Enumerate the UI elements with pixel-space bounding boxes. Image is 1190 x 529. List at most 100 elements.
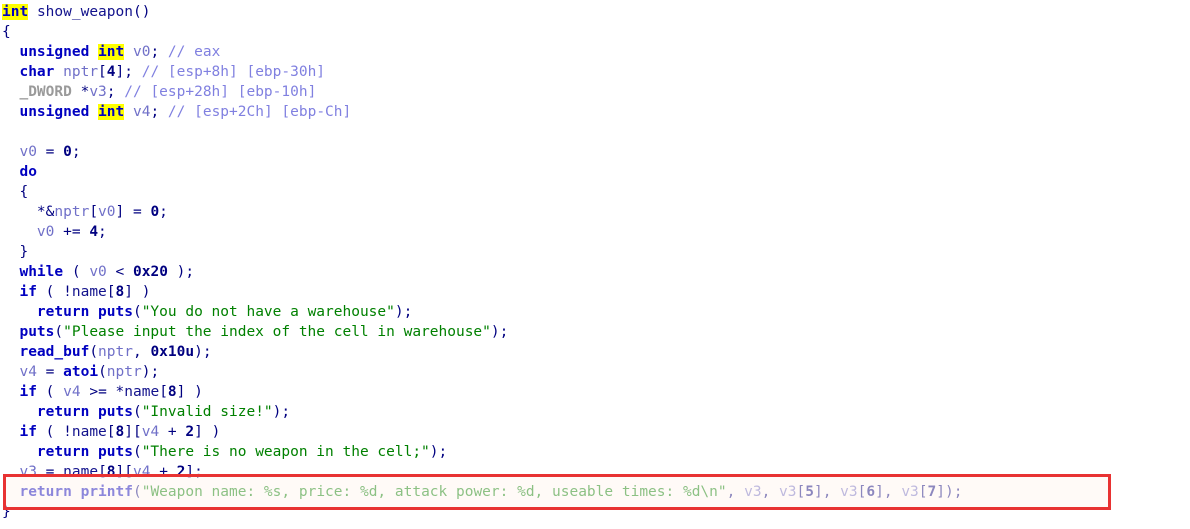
code-token: v0 — [19, 144, 37, 160]
code-token: _DWORD — [19, 84, 72, 100]
code-token: do — [19, 164, 37, 180]
code-token: [ — [106, 284, 116, 300]
code-token: 8 — [167, 384, 177, 400]
code-line[interactable]: } — [2, 242, 28, 262]
code-line[interactable]: v4 = atoi(nptr); — [2, 362, 159, 382]
code-token: [ — [918, 484, 928, 500]
code-token: return — [36, 444, 90, 460]
code-token: ( ! — [36, 284, 72, 300]
code-token: nptr — [63, 64, 99, 80]
code-line[interactable]: while ( v0 < 0x20 ); — [2, 262, 194, 282]
code-token: v3 — [840, 484, 858, 500]
code-line[interactable]: do — [2, 162, 37, 182]
code-token: ; — [124, 64, 133, 80]
code-line[interactable]: puts("Please input the index of the cell… — [2, 322, 508, 342]
code-token: [ — [159, 384, 168, 400]
code-token: ( — [98, 364, 107, 380]
code-token: atoi — [63, 364, 99, 380]
code-token: { — [2, 24, 11, 40]
code-token: read_buf — [19, 344, 90, 360]
code-line[interactable]: return printf("Weapon name: %s, price: %… — [2, 482, 962, 502]
code-token: name — [71, 284, 107, 300]
code-token: < — [106, 264, 133, 280]
code-line[interactable]: if ( !name[8] ) — [2, 282, 150, 302]
code-token: 0 — [63, 144, 72, 160]
code-token: 0x10u — [150, 344, 195, 360]
code-line[interactable]: read_buf(nptr, 0x10u); — [2, 342, 212, 362]
code-token: while — [19, 264, 64, 280]
code-token: ; — [106, 84, 116, 100]
code-token: ] ) — [124, 284, 151, 300]
code-line[interactable]: _DWORD *v3; // [esp+28h] [ebp-10h] — [2, 82, 316, 102]
code-token: char — [19, 64, 55, 80]
code-token: ( — [36, 384, 64, 400]
code-line[interactable]: { — [2, 182, 28, 202]
code-token: nptr — [54, 204, 90, 220]
code-line[interactable]: return puts("Invalid size!"); — [2, 402, 290, 422]
code-token: ] ) — [194, 424, 221, 440]
code-token: ] — [115, 64, 125, 80]
code-line[interactable]: if ( !name[8][v4 + 2] ) — [2, 422, 220, 442]
code-token: v3 — [901, 484, 919, 500]
code-token: [ — [98, 64, 107, 80]
code-token: show_weapon — [36, 4, 133, 20]
code-token: v3 — [19, 464, 37, 480]
code-token: * — [71, 84, 90, 100]
code-token: ] ) — [176, 384, 203, 400]
code-token: 4 — [89, 224, 99, 240]
code-line[interactable]: if ( v4 >= *name[8] ) — [2, 382, 203, 402]
code-line[interactable]: v0 = 0; — [2, 142, 81, 162]
code-line[interactable]: unsigned int v4; // [esp+2Ch] [ebp-Ch] — [2, 102, 351, 122]
code-line[interactable]: } — [2, 502, 11, 522]
code-line[interactable]: int show_weapon() — [2, 2, 150, 22]
code-line[interactable]: return puts("There is no weapon in the c… — [2, 442, 447, 462]
code-token: "There is no weapon in the cell;" — [141, 444, 430, 460]
code-line[interactable]: return puts("You do not have a warehouse… — [2, 302, 412, 322]
code-token: 6 — [866, 484, 876, 500]
code-token: v4 — [141, 424, 160, 440]
ida-pseudocode-view[interactable]: int show_weapon() { unsigned int v0; // e… — [0, 0, 1190, 529]
code-token: return — [36, 304, 90, 320]
code-token: "You do not have a warehouse" — [141, 304, 395, 320]
code-token: unsigned — [19, 44, 99, 60]
code-line[interactable]: v3 = name[8][v4 + 2]; — [2, 462, 202, 482]
code-token: ; — [71, 144, 81, 160]
code-token: ], — [875, 484, 902, 500]
code-token: = — [36, 144, 64, 160]
code-token: += — [54, 224, 90, 240]
code-line[interactable]: v0 += 4; — [2, 222, 107, 242]
code-token: ); — [141, 364, 160, 380]
code-token: ); — [194, 344, 212, 360]
code-token: 0x20 — [133, 264, 168, 280]
code-line[interactable]: { — [2, 22, 11, 42]
code-token: v4 — [19, 364, 37, 380]
code-token: v3 — [744, 484, 762, 500]
code-token: v4 — [133, 464, 151, 480]
code-token: ( — [132, 484, 142, 500]
code-token: ( — [132, 444, 142, 460]
code-token: 8 — [106, 464, 116, 480]
code-line[interactable]: *&nptr[v0] = 0; — [2, 202, 168, 222]
code-token: ] = — [115, 204, 151, 220]
code-token: if — [19, 424, 37, 440]
code-token: ); — [429, 444, 448, 460]
code-token: ( — [54, 324, 64, 340]
code-line[interactable]: char nptr[4]; // [esp+8h] [ebp-30h] — [2, 62, 325, 82]
code-line[interactable]: unsigned int v0; // eax — [2, 42, 220, 62]
code-token: "Please input the index of the cell in w… — [63, 324, 491, 340]
code-token: ); — [272, 404, 291, 420]
code-token: if — [19, 284, 37, 300]
